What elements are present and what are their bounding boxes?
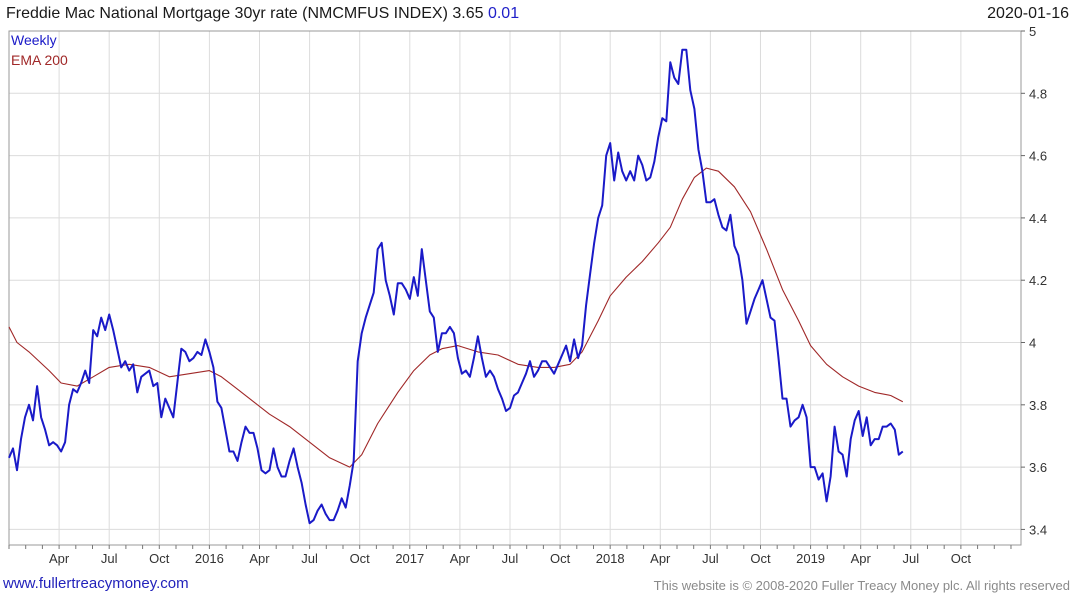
y-tick-label: 4.4 <box>1029 211 1047 226</box>
y-tick-label: 3.4 <box>1029 522 1047 537</box>
y-tick-label: 3.6 <box>1029 460 1047 475</box>
x-tick-label: Apr <box>249 551 270 566</box>
x-tick-label: Jul <box>502 551 519 566</box>
y-tick-label: 4 <box>1029 336 1036 351</box>
footer-copyright: This website is © 2008-2020 Fuller Treac… <box>653 578 1070 593</box>
x-axis: Apr Jul Oct 2016 Apr Jul Oct 2017 Apr Jul Oct 2018 A… <box>8 545 1012 566</box>
x-tick-label: Apr <box>450 551 471 566</box>
chart-area: Apr Jul Oct 2016 Apr Jul Oct 2017 Apr Jul Oct 2018 A… <box>8 24 1047 566</box>
ema-200-series-line <box>8 167 904 468</box>
legend-ema: EMA 200 <box>11 52 68 68</box>
y-axis: 3.4 3.6 3.8 4 4.2 4.4 4.6 4.8 5 <box>1021 24 1047 537</box>
x-tick-label: Apr <box>49 551 70 566</box>
x-tick-label: Oct <box>149 551 170 566</box>
x-tick-label: Jul <box>902 551 919 566</box>
x-tick-label: Apr <box>650 551 671 566</box>
y-tick-label: 4.6 <box>1029 149 1047 164</box>
y-tick-label: 4.8 <box>1029 86 1047 101</box>
x-tick-label: Jul <box>301 551 318 566</box>
series-layer <box>8 48 904 525</box>
weekly-series-line <box>8 48 904 525</box>
y-tick-label: 4.2 <box>1029 273 1047 288</box>
x-tick-label: Jul <box>101 551 118 566</box>
x-tick-label: Jul <box>702 551 719 566</box>
x-tick-label: Oct <box>350 551 371 566</box>
x-tick-label: Oct <box>550 551 571 566</box>
x-tick-label: 2019 <box>796 551 825 566</box>
legend-weekly: Weekly <box>11 32 57 48</box>
x-tick-label: 2017 <box>395 551 424 566</box>
footer-site-link[interactable]: www.fullertreacymoney.com <box>3 575 189 592</box>
plot-frame <box>8 30 1022 546</box>
y-tick-label: 3.8 <box>1029 398 1047 413</box>
grid-lines <box>9 30 1021 545</box>
y-tick-label: 5 <box>1029 24 1036 39</box>
x-tick-label: Apr <box>851 551 872 566</box>
x-tick-label: 2016 <box>195 551 224 566</box>
x-tick-label: 2018 <box>596 551 625 566</box>
x-tick-label: Oct <box>750 551 771 566</box>
x-tick-label: Oct <box>951 551 972 566</box>
